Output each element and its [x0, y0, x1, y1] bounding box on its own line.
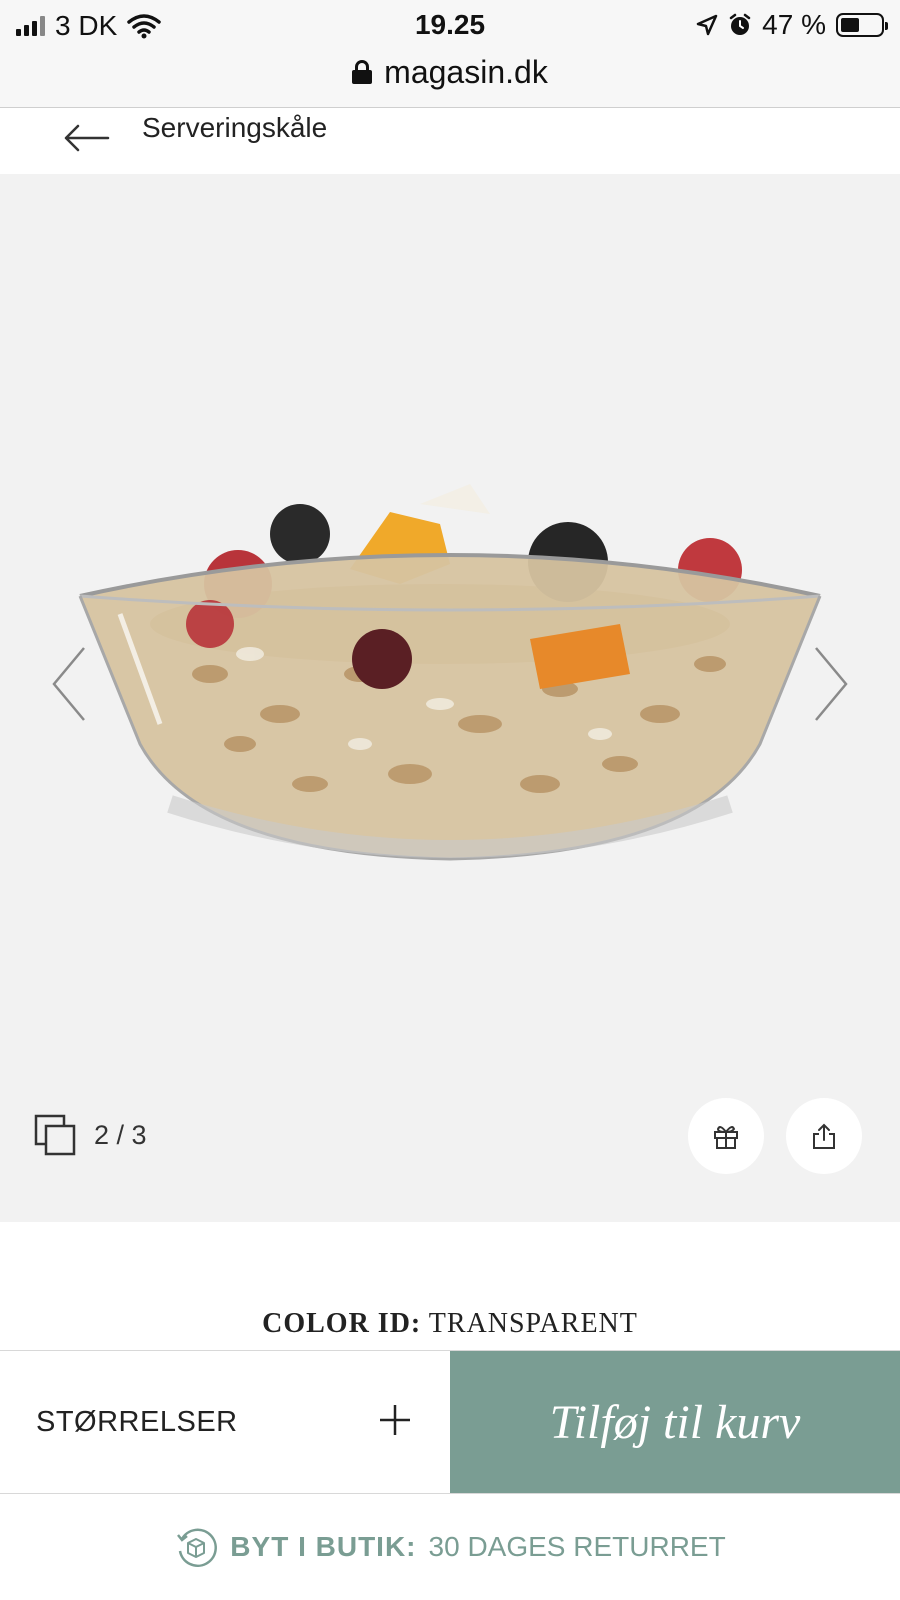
alarm-icon	[729, 13, 751, 35]
action-bar: STØRRELSER Tilføj til kurv	[0, 1350, 900, 1494]
back-arrow-icon[interactable]	[62, 120, 112, 156]
lock-icon	[352, 60, 373, 84]
status-bar: 3 DK 19.25 47 %	[0, 0, 900, 50]
browser-chrome: 3 DK 19.25 47 % magasin.dk	[0, 0, 900, 108]
gift-icon	[714, 1126, 738, 1149]
add-to-cart-button[interactable]: Tilføj til kurv	[450, 1351, 900, 1493]
location-icon	[696, 14, 718, 36]
color-id: COLOR ID: TRANSPARENT	[0, 1308, 900, 1340]
image-counter: 2 / 3	[34, 1114, 147, 1156]
sizes-label: STØRRELSER	[36, 1406, 238, 1438]
sizes-toggle[interactable]: STØRRELSER	[0, 1351, 450, 1493]
battery-icon	[836, 13, 888, 37]
color-id-label: COLOR ID:	[262, 1308, 422, 1339]
return-banner: BYT I BUTIK: 30 DAGES RETURRET	[0, 1494, 900, 1600]
gallery-icon	[34, 1114, 76, 1156]
address-bar[interactable]: magasin.dk	[0, 50, 900, 94]
chevron-right-icon[interactable]	[810, 644, 850, 724]
gift-button[interactable]	[688, 1098, 764, 1174]
return-banner-text: 30 DAGES RETURRET	[428, 1531, 726, 1562]
battery-percent: 47 %	[762, 9, 826, 40]
product-gallery[interactable]: 2 / 3	[0, 174, 900, 1222]
plus-icon	[380, 1405, 410, 1435]
share-button[interactable]	[786, 1098, 862, 1174]
return-banner-strong: BYT I BUTIK:	[230, 1531, 417, 1562]
page-title: Serveringskåle	[142, 112, 328, 143]
counter-text: 2 / 3	[94, 1119, 147, 1150]
share-icon	[813, 1123, 835, 1149]
chevron-left-icon[interactable]	[50, 644, 90, 724]
product-image	[78, 484, 822, 861]
color-id-value: TRANSPARENT	[428, 1308, 638, 1339]
page-header	[0, 108, 900, 174]
return-box-icon	[177, 1528, 218, 1568]
url-text: magasin.dk	[384, 53, 548, 90]
